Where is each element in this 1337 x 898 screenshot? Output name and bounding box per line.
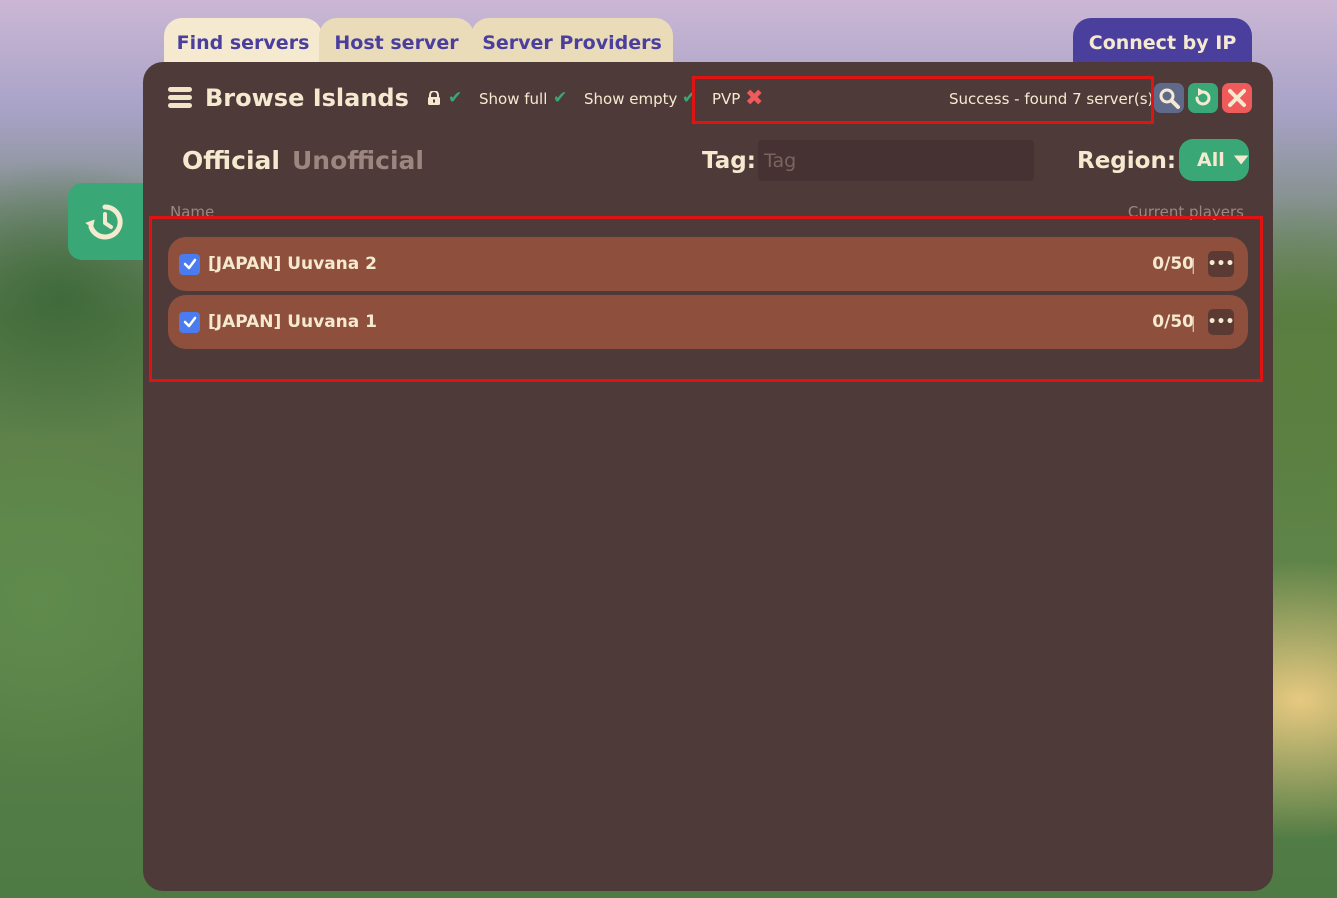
browse-islands-panel: Browse Islands ✔ Show full ✔ Show empty … xyxy=(143,62,1273,891)
refresh-button[interactable] xyxy=(1188,83,1218,113)
tab-find-servers-label: Find servers xyxy=(176,32,310,54)
server-list-highlight-box xyxy=(149,216,1263,382)
chevron-down-icon xyxy=(1233,155,1249,165)
search-icon xyxy=(1159,88,1180,109)
show-full-check-icon[interactable]: ✔ xyxy=(553,88,567,108)
panel-title: Browse Islands xyxy=(205,84,409,112)
history-icon xyxy=(85,203,123,239)
subtab-unofficial[interactable]: Unofficial xyxy=(292,146,424,175)
history-button[interactable] xyxy=(68,183,150,260)
tab-server-providers-label: Server Providers xyxy=(482,32,662,54)
tag-input[interactable] xyxy=(758,140,1034,181)
status-highlight-box xyxy=(692,76,1154,124)
refresh-icon xyxy=(1195,88,1211,106)
search-button[interactable] xyxy=(1154,83,1184,113)
lock-icon[interactable] xyxy=(427,91,441,105)
show-full-label: Show full xyxy=(479,90,548,108)
menu-icon[interactable] xyxy=(168,87,192,109)
tab-host-server-label: Host server xyxy=(334,32,459,54)
close-icon xyxy=(1228,89,1246,107)
locked-check-icon[interactable]: ✔ xyxy=(448,88,462,108)
tag-label: Tag: xyxy=(702,148,756,174)
subtab-official[interactable]: Official xyxy=(182,146,280,175)
show-empty-label: Show empty xyxy=(584,90,678,108)
region-select-value: All xyxy=(1197,149,1225,171)
region-label: Region: xyxy=(1077,148,1177,174)
region-select[interactable]: All xyxy=(1179,139,1249,181)
close-button[interactable] xyxy=(1222,83,1252,113)
